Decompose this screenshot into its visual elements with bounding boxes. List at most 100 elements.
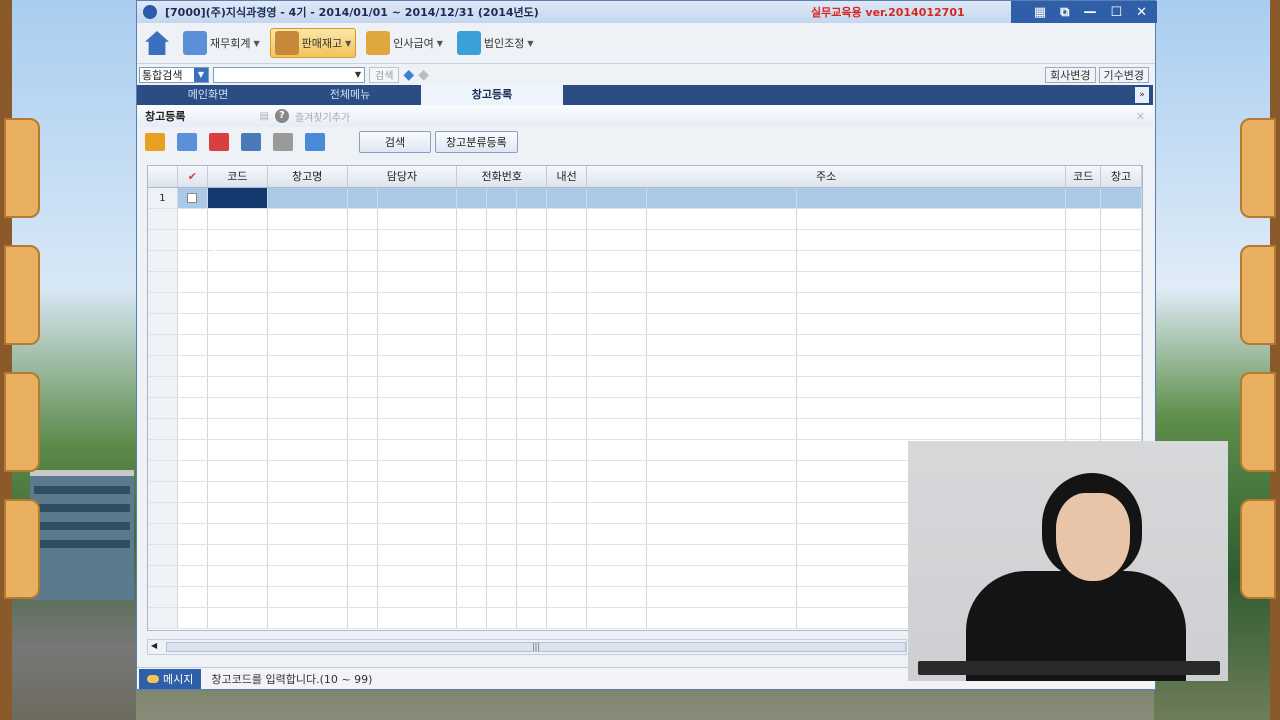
table-row[interactable] (148, 293, 1142, 314)
table-cell[interactable] (268, 545, 348, 565)
table-cell[interactable] (348, 209, 378, 229)
table-cell[interactable] (1066, 398, 1102, 418)
column-address[interactable]: 주소 (587, 166, 1067, 187)
table-cell[interactable] (1101, 419, 1142, 439)
table-cell[interactable] (268, 293, 348, 313)
table-row[interactable] (148, 272, 1142, 293)
table-cell[interactable] (587, 230, 647, 250)
table-row[interactable] (148, 314, 1142, 335)
table-cell[interactable] (517, 461, 548, 481)
table-cell[interactable] (1101, 230, 1142, 250)
table-cell[interactable] (587, 524, 647, 544)
table-cell[interactable] (547, 440, 588, 460)
row-checkbox-cell[interactable] (178, 503, 208, 523)
table-cell[interactable] (487, 209, 518, 229)
table-cell[interactable] (378, 314, 458, 334)
table-cell[interactable] (457, 608, 488, 628)
table-row[interactable] (148, 251, 1142, 272)
row-checkbox-cell[interactable] (178, 356, 208, 376)
table-cell[interactable] (547, 545, 588, 565)
table-cell[interactable] (378, 608, 458, 628)
table-cell[interactable] (517, 545, 548, 565)
table-cell[interactable] (647, 209, 797, 229)
table-cell[interactable] (517, 293, 548, 313)
row-checkbox-cell[interactable] (178, 482, 208, 502)
back-arrow-icon[interactable]: ◆ (403, 67, 414, 83)
table-cell[interactable] (378, 209, 458, 229)
row-checkbox-cell[interactable] (178, 608, 208, 628)
table-cell[interactable] (378, 419, 458, 439)
table-cell[interactable] (208, 503, 268, 523)
table-cell[interactable] (547, 482, 588, 502)
table-cell[interactable] (517, 608, 548, 628)
table-cell[interactable] (208, 272, 268, 292)
scroll-left-icon[interactable]: ◀ (151, 641, 157, 650)
table-cell[interactable] (457, 272, 488, 292)
table-cell[interactable] (348, 230, 378, 250)
help-menu-icon[interactable] (273, 133, 293, 151)
table-cell[interactable] (457, 314, 488, 334)
table-cell[interactable] (1066, 335, 1102, 355)
row-checkbox-cell[interactable] (178, 440, 208, 460)
table-cell[interactable] (647, 356, 797, 376)
row-checkbox-cell[interactable] (178, 188, 208, 208)
table-cell[interactable] (378, 566, 458, 586)
table-cell[interactable] (457, 545, 488, 565)
table-cell[interactable] (487, 377, 518, 397)
table-cell[interactable] (268, 335, 348, 355)
table-cell[interactable] (587, 356, 647, 376)
table-cell[interactable] (378, 482, 458, 502)
table-cell[interactable] (1101, 335, 1142, 355)
table-cell[interactable] (487, 398, 518, 418)
table-cell[interactable] (797, 272, 1067, 292)
table-cell[interactable] (647, 419, 797, 439)
table-cell[interactable] (208, 482, 268, 502)
table-cell[interactable] (1066, 293, 1102, 313)
table-cell[interactable] (268, 272, 348, 292)
table-cell[interactable] (647, 503, 797, 523)
table-cell[interactable] (268, 314, 348, 334)
layout-icon[interactable]: ▦ (1034, 5, 1046, 20)
table-cell[interactable] (348, 293, 378, 313)
table-cell[interactable] (1066, 377, 1102, 397)
table-cell[interactable] (1101, 356, 1142, 376)
table-cell[interactable] (797, 314, 1067, 334)
table-cell[interactable] (517, 209, 548, 229)
check-all-icon[interactable]: ✔ (178, 166, 208, 187)
table-cell[interactable] (268, 482, 348, 502)
table-cell[interactable] (457, 398, 488, 418)
row-checkbox-cell[interactable] (178, 524, 208, 544)
table-cell[interactable] (348, 251, 378, 271)
table-cell[interactable] (1066, 251, 1102, 271)
table-cell[interactable] (487, 440, 518, 460)
table-cell[interactable] (487, 230, 518, 250)
table-cell[interactable] (208, 398, 268, 418)
row-checkbox-cell[interactable] (178, 314, 208, 334)
table-cell[interactable] (348, 566, 378, 586)
menu-finance[interactable]: 재무회계 ▼ (179, 28, 264, 58)
row-checkbox-cell[interactable] (178, 293, 208, 313)
table-cell[interactable] (457, 440, 488, 460)
close-page-icon[interactable]: ✕ (1136, 110, 1145, 123)
table-cell[interactable] (348, 335, 378, 355)
row-checkbox-cell[interactable] (178, 419, 208, 439)
table-cell[interactable] (348, 461, 378, 481)
table-cell[interactable] (378, 524, 458, 544)
row-checkbox-cell[interactable] (178, 587, 208, 607)
column-zip-code[interactable]: 코드 (1066, 166, 1102, 187)
restore-view-icon[interactable]: ⧉ (1060, 5, 1069, 20)
table-cell[interactable] (517, 251, 548, 271)
table-cell[interactable] (547, 461, 588, 481)
search-input[interactable]: ▼ (213, 66, 365, 83)
table-cell[interactable] (1066, 230, 1102, 250)
table-cell[interactable] (547, 503, 588, 523)
table-cell[interactable] (797, 230, 1067, 250)
table-cell[interactable] (1066, 209, 1102, 229)
table-cell[interactable] (547, 230, 588, 250)
table-cell[interactable] (547, 293, 588, 313)
table-cell[interactable] (457, 461, 488, 481)
table-cell[interactable] (797, 356, 1067, 376)
table-cell[interactable] (647, 272, 797, 292)
table-cell[interactable] (487, 188, 518, 208)
table-cell[interactable] (517, 335, 548, 355)
